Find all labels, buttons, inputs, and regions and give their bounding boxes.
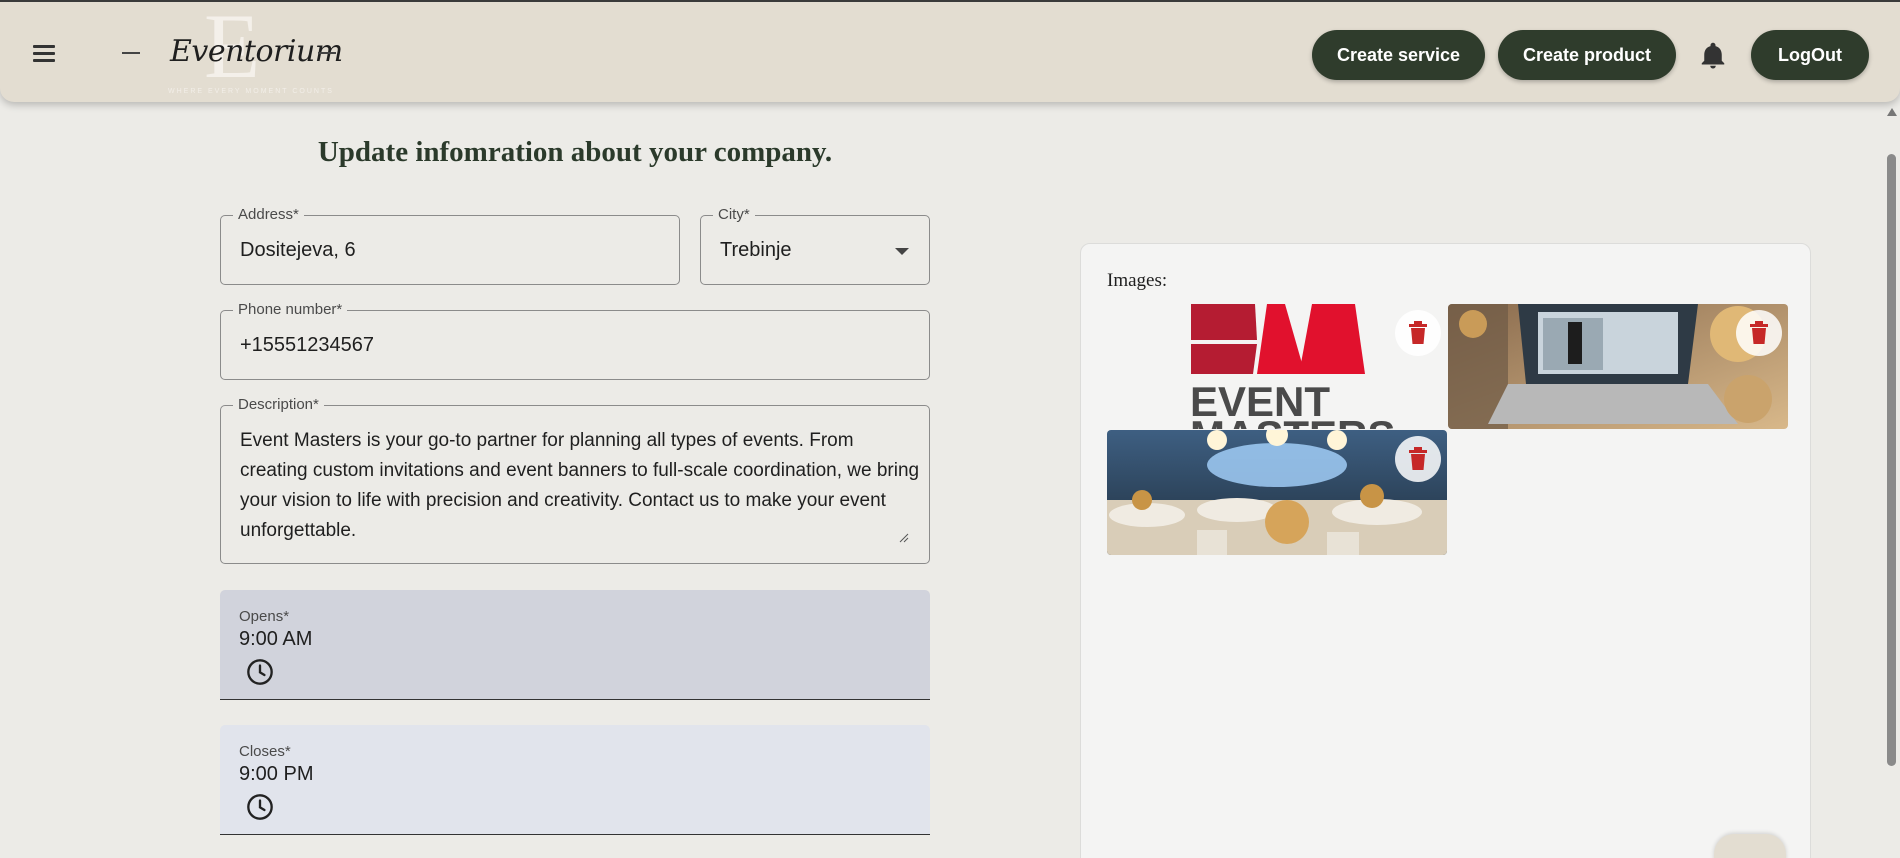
chevron-down-icon[interactable] [895, 248, 909, 255]
brand-tagline: WHERE EVERY MOMENT COUNTS [168, 88, 334, 95]
delete-image-button[interactable] [1395, 436, 1441, 482]
description-label: Description* [233, 396, 324, 413]
floating-action-button[interactable] [1714, 834, 1786, 858]
images-panel: Images: EVENT MASTERS [1080, 243, 1811, 858]
city-selected-value[interactable]: Trebinje [720, 239, 792, 262]
city-label: City* [713, 206, 755, 223]
menu-icon[interactable] [28, 42, 62, 66]
create-service-button[interactable]: Create service [1312, 30, 1485, 80]
logo-dash-right [318, 52, 336, 54]
create-product-button[interactable]: Create product [1498, 30, 1676, 80]
address-input[interactable]: Dositejeva, 6 [240, 239, 356, 262]
brand-logo[interactable]: E Eventorium WHERE EVERY MOMENT COUNTS [120, 0, 343, 98]
brand-name: Eventorium [170, 34, 343, 69]
company-image-banquet [1107, 430, 1447, 555]
delete-image-button[interactable] [1736, 310, 1782, 356]
logo-text-masters: MASTERS [1190, 412, 1395, 429]
logout-button[interactable]: LogOut [1751, 30, 1869, 80]
images-label: Images: [1107, 270, 1168, 291]
description-field[interactable]: Description* Event Masters is your go-to… [220, 396, 930, 564]
address-field[interactable]: Address* Dositejeva, 6 [220, 206, 680, 285]
company-image-logo: EVENT MASTERS [1107, 304, 1447, 429]
trash-icon [1750, 321, 1768, 344]
opens-label: Opens* [239, 608, 290, 625]
trash-icon [1409, 447, 1427, 470]
address-label: Address* [233, 206, 304, 223]
closes-label: Closes* [239, 743, 291, 760]
page-scrollbar[interactable] [1883, 102, 1900, 858]
company-image-laptop [1448, 304, 1788, 429]
phone-input[interactable]: +15551234567 [240, 334, 374, 357]
logo-dash-left [122, 52, 140, 54]
closes-time-field[interactable]: Closes* 9:00 PM [220, 725, 930, 835]
scroll-thumb[interactable] [1887, 154, 1896, 766]
opens-value[interactable]: 9:00 AM [239, 628, 312, 651]
delete-image-button[interactable] [1395, 310, 1441, 356]
phone-field[interactable]: Phone number* +15551234567 [220, 301, 930, 380]
clock-icon[interactable] [246, 658, 274, 686]
opens-time-field[interactable]: Opens* 9:00 AM [220, 590, 930, 700]
top-app-bar: E Eventorium WHERE EVERY MOMENT COUNTS C… [0, 0, 1900, 102]
closes-value[interactable]: 9:00 PM [239, 763, 313, 786]
page-title: Update infomration about your company. [317, 136, 833, 168]
city-select[interactable]: City* Trebinje [700, 206, 930, 285]
notifications-bell-icon[interactable] [1698, 40, 1728, 72]
clock-icon[interactable] [246, 793, 274, 821]
scroll-up-arrow-icon[interactable] [1887, 108, 1897, 116]
description-textarea[interactable]: Event Masters is your go-to partner for … [240, 426, 920, 546]
resize-handle-icon[interactable] [899, 533, 909, 543]
phone-label: Phone number* [233, 301, 348, 318]
trash-icon [1409, 321, 1427, 344]
